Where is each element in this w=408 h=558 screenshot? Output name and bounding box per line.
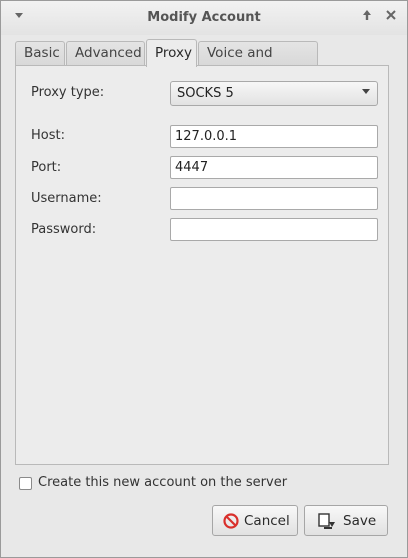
tab-voice-and-video[interactable]: Voice and Video <box>198 41 318 84</box>
host-label: Host: <box>31 128 65 143</box>
cancel-button[interactable]: Cancel <box>212 505 298 536</box>
password-label: Password: <box>31 222 97 237</box>
create-account-checkbox[interactable] <box>19 477 32 490</box>
up-arrow-icon[interactable] <box>359 9 375 25</box>
proxy-type-select[interactable]: SOCKS 5 <box>170 81 378 106</box>
save-icon <box>318 513 335 529</box>
username-label: Username: <box>31 191 102 206</box>
port-label: Port: <box>31 160 62 175</box>
cancel-icon <box>223 513 239 529</box>
create-account-label: Create this new account on the server <box>38 475 288 490</box>
titlebar: Modify Account <box>1 1 407 35</box>
save-button[interactable]: Save <box>304 505 388 536</box>
save-label: Save <box>343 513 377 529</box>
close-icon[interactable] <box>383 9 399 25</box>
tab-basic[interactable]: Basic <box>15 41 65 66</box>
cancel-label: Cancel <box>244 513 290 529</box>
tab-advanced[interactable]: Advanced <box>66 41 145 66</box>
proxy-type-value: SOCKS 5 <box>177 86 234 101</box>
window-title: Modify Account <box>147 10 261 25</box>
chevron-down-icon <box>361 86 371 99</box>
modify-account-dialog: Modify Account Basic Advanced Proxy Voic… <box>0 0 408 558</box>
port-field[interactable] <box>170 156 378 179</box>
host-field[interactable] <box>170 125 378 148</box>
password-field[interactable] <box>170 218 378 241</box>
tab-proxy[interactable]: Proxy <box>146 39 197 67</box>
proxy-type-label: Proxy type: <box>31 85 105 100</box>
username-field[interactable] <box>170 187 378 210</box>
